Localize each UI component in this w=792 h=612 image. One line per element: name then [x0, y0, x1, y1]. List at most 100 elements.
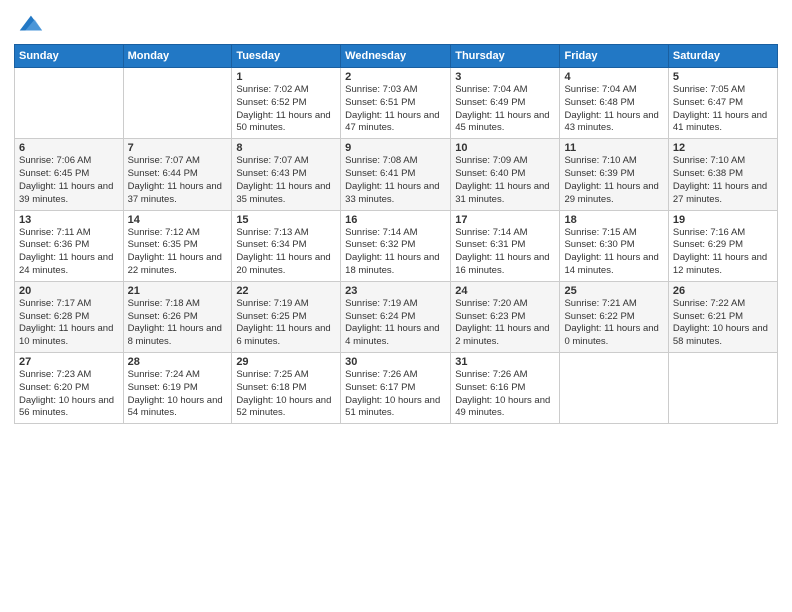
calendar-week-row: 1Sunrise: 7:02 AM Sunset: 6:52 PM Daylig… — [15, 68, 778, 139]
day-info: Sunrise: 7:12 AM Sunset: 6:35 PM Dayligh… — [128, 227, 228, 278]
calendar-cell — [668, 353, 777, 424]
calendar-week-row: 27Sunrise: 7:23 AM Sunset: 6:20 PM Dayli… — [15, 353, 778, 424]
calendar-cell: 1Sunrise: 7:02 AM Sunset: 6:52 PM Daylig… — [232, 68, 341, 139]
calendar-cell: 10Sunrise: 7:09 AM Sunset: 6:40 PM Dayli… — [451, 139, 560, 210]
calendar-cell: 12Sunrise: 7:10 AM Sunset: 6:38 PM Dayli… — [668, 139, 777, 210]
day-info: Sunrise: 7:16 AM Sunset: 6:29 PM Dayligh… — [673, 227, 773, 278]
day-info: Sunrise: 7:10 AM Sunset: 6:39 PM Dayligh… — [564, 155, 663, 206]
day-number: 10 — [455, 142, 555, 154]
calendar-cell: 15Sunrise: 7:13 AM Sunset: 6:34 PM Dayli… — [232, 210, 341, 281]
header — [14, 10, 778, 38]
day-of-week-header: Tuesday — [232, 45, 341, 68]
day-number: 26 — [673, 285, 773, 297]
day-number: 13 — [19, 214, 119, 226]
day-info: Sunrise: 7:06 AM Sunset: 6:45 PM Dayligh… — [19, 155, 119, 206]
day-info: Sunrise: 7:24 AM Sunset: 6:19 PM Dayligh… — [128, 369, 228, 420]
calendar-cell: 7Sunrise: 7:07 AM Sunset: 6:44 PM Daylig… — [123, 139, 232, 210]
day-number: 20 — [19, 285, 119, 297]
day-number: 5 — [673, 71, 773, 83]
calendar-table: SundayMondayTuesdayWednesdayThursdayFrid… — [14, 44, 778, 424]
day-number: 24 — [455, 285, 555, 297]
calendar-cell — [560, 353, 668, 424]
day-info: Sunrise: 7:25 AM Sunset: 6:18 PM Dayligh… — [236, 369, 336, 420]
calendar-cell: 16Sunrise: 7:14 AM Sunset: 6:32 PM Dayli… — [341, 210, 451, 281]
calendar-week-row: 13Sunrise: 7:11 AM Sunset: 6:36 PM Dayli… — [15, 210, 778, 281]
day-number: 21 — [128, 285, 228, 297]
day-number: 8 — [236, 142, 336, 154]
calendar-cell: 31Sunrise: 7:26 AM Sunset: 6:16 PM Dayli… — [451, 353, 560, 424]
calendar-cell: 24Sunrise: 7:20 AM Sunset: 6:23 PM Dayli… — [451, 281, 560, 352]
day-info: Sunrise: 7:14 AM Sunset: 6:31 PM Dayligh… — [455, 227, 555, 278]
calendar-cell: 22Sunrise: 7:19 AM Sunset: 6:25 PM Dayli… — [232, 281, 341, 352]
day-info: Sunrise: 7:07 AM Sunset: 6:43 PM Dayligh… — [236, 155, 336, 206]
day-info: Sunrise: 7:17 AM Sunset: 6:28 PM Dayligh… — [19, 298, 119, 349]
day-info: Sunrise: 7:02 AM Sunset: 6:52 PM Dayligh… — [236, 84, 336, 135]
calendar-cell: 6Sunrise: 7:06 AM Sunset: 6:45 PM Daylig… — [15, 139, 124, 210]
calendar-cell: 28Sunrise: 7:24 AM Sunset: 6:19 PM Dayli… — [123, 353, 232, 424]
day-info: Sunrise: 7:09 AM Sunset: 6:40 PM Dayligh… — [455, 155, 555, 206]
day-info: Sunrise: 7:13 AM Sunset: 6:34 PM Dayligh… — [236, 227, 336, 278]
day-info: Sunrise: 7:23 AM Sunset: 6:20 PM Dayligh… — [19, 369, 119, 420]
day-info: Sunrise: 7:26 AM Sunset: 6:16 PM Dayligh… — [455, 369, 555, 420]
day-info: Sunrise: 7:26 AM Sunset: 6:17 PM Dayligh… — [345, 369, 446, 420]
calendar-cell: 30Sunrise: 7:26 AM Sunset: 6:17 PM Dayli… — [341, 353, 451, 424]
day-number: 31 — [455, 356, 555, 368]
calendar-cell: 5Sunrise: 7:05 AM Sunset: 6:47 PM Daylig… — [668, 68, 777, 139]
calendar-cell: 8Sunrise: 7:07 AM Sunset: 6:43 PM Daylig… — [232, 139, 341, 210]
day-number: 16 — [345, 214, 446, 226]
calendar-cell: 17Sunrise: 7:14 AM Sunset: 6:31 PM Dayli… — [451, 210, 560, 281]
day-info: Sunrise: 7:08 AM Sunset: 6:41 PM Dayligh… — [345, 155, 446, 206]
day-info: Sunrise: 7:10 AM Sunset: 6:38 PM Dayligh… — [673, 155, 773, 206]
calendar-cell: 19Sunrise: 7:16 AM Sunset: 6:29 PM Dayli… — [668, 210, 777, 281]
day-of-week-header: Monday — [123, 45, 232, 68]
calendar-week-row: 20Sunrise: 7:17 AM Sunset: 6:28 PM Dayli… — [15, 281, 778, 352]
day-number: 9 — [345, 142, 446, 154]
calendar-cell: 26Sunrise: 7:22 AM Sunset: 6:21 PM Dayli… — [668, 281, 777, 352]
day-number: 6 — [19, 142, 119, 154]
day-number: 25 — [564, 285, 663, 297]
day-number: 18 — [564, 214, 663, 226]
day-number: 4 — [564, 71, 663, 83]
day-info: Sunrise: 7:07 AM Sunset: 6:44 PM Dayligh… — [128, 155, 228, 206]
day-number: 27 — [19, 356, 119, 368]
calendar-cell: 23Sunrise: 7:19 AM Sunset: 6:24 PM Dayli… — [341, 281, 451, 352]
calendar-header-row: SundayMondayTuesdayWednesdayThursdayFrid… — [15, 45, 778, 68]
calendar-cell: 4Sunrise: 7:04 AM Sunset: 6:48 PM Daylig… — [560, 68, 668, 139]
calendar-cell: 18Sunrise: 7:15 AM Sunset: 6:30 PM Dayli… — [560, 210, 668, 281]
day-number: 28 — [128, 356, 228, 368]
day-info: Sunrise: 7:15 AM Sunset: 6:30 PM Dayligh… — [564, 227, 663, 278]
day-info: Sunrise: 7:05 AM Sunset: 6:47 PM Dayligh… — [673, 84, 773, 135]
day-number: 29 — [236, 356, 336, 368]
day-number: 1 — [236, 71, 336, 83]
calendar-cell: 9Sunrise: 7:08 AM Sunset: 6:41 PM Daylig… — [341, 139, 451, 210]
calendar-cell: 25Sunrise: 7:21 AM Sunset: 6:22 PM Dayli… — [560, 281, 668, 352]
calendar-cell — [15, 68, 124, 139]
day-number: 30 — [345, 356, 446, 368]
calendar-cell — [123, 68, 232, 139]
calendar-cell: 21Sunrise: 7:18 AM Sunset: 6:26 PM Dayli… — [123, 281, 232, 352]
day-number: 19 — [673, 214, 773, 226]
day-number: 22 — [236, 285, 336, 297]
day-of-week-header: Thursday — [451, 45, 560, 68]
day-info: Sunrise: 7:20 AM Sunset: 6:23 PM Dayligh… — [455, 298, 555, 349]
day-number: 23 — [345, 285, 446, 297]
day-info: Sunrise: 7:04 AM Sunset: 6:49 PM Dayligh… — [455, 84, 555, 135]
calendar-week-row: 6Sunrise: 7:06 AM Sunset: 6:45 PM Daylig… — [15, 139, 778, 210]
day-info: Sunrise: 7:03 AM Sunset: 6:51 PM Dayligh… — [345, 84, 446, 135]
day-number: 11 — [564, 142, 663, 154]
calendar-cell: 14Sunrise: 7:12 AM Sunset: 6:35 PM Dayli… — [123, 210, 232, 281]
day-of-week-header: Friday — [560, 45, 668, 68]
day-info: Sunrise: 7:19 AM Sunset: 6:24 PM Dayligh… — [345, 298, 446, 349]
day-info: Sunrise: 7:11 AM Sunset: 6:36 PM Dayligh… — [19, 227, 119, 278]
day-of-week-header: Sunday — [15, 45, 124, 68]
day-info: Sunrise: 7:04 AM Sunset: 6:48 PM Dayligh… — [564, 84, 663, 135]
calendar-cell: 20Sunrise: 7:17 AM Sunset: 6:28 PM Dayli… — [15, 281, 124, 352]
day-info: Sunrise: 7:21 AM Sunset: 6:22 PM Dayligh… — [564, 298, 663, 349]
day-info: Sunrise: 7:19 AM Sunset: 6:25 PM Dayligh… — [236, 298, 336, 349]
day-info: Sunrise: 7:14 AM Sunset: 6:32 PM Dayligh… — [345, 227, 446, 278]
day-number: 7 — [128, 142, 228, 154]
day-number: 2 — [345, 71, 446, 83]
calendar-cell: 2Sunrise: 7:03 AM Sunset: 6:51 PM Daylig… — [341, 68, 451, 139]
calendar-cell: 29Sunrise: 7:25 AM Sunset: 6:18 PM Dayli… — [232, 353, 341, 424]
calendar-cell: 13Sunrise: 7:11 AM Sunset: 6:36 PM Dayli… — [15, 210, 124, 281]
